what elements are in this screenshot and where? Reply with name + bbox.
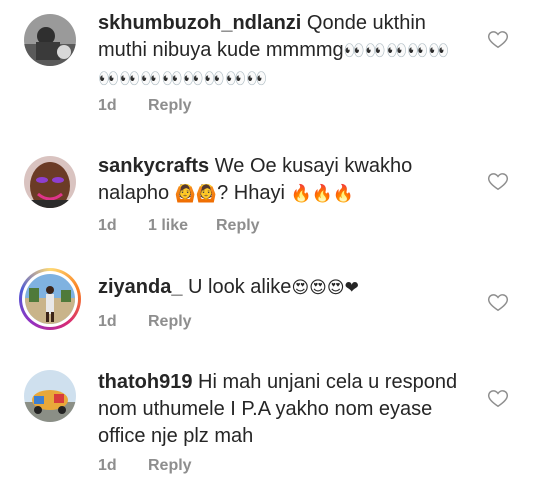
reply-button[interactable]: Reply — [148, 313, 192, 331]
comment-text: skhumbuzoh_ndlanzi Qonde ukthin muthi ni… — [98, 10, 468, 93]
likes-count[interactable]: 1 like — [148, 217, 216, 235]
avatar-image — [25, 274, 75, 324]
comment-meta: 1d Reply — [98, 457, 192, 475]
comment-emojis: 😍😍😍❤ — [291, 278, 359, 298]
heart-icon[interactable] — [487, 387, 509, 409]
comment-username[interactable]: skhumbuzoh_ndlanzi — [98, 12, 301, 34]
comment-text: thatoh919 Hi mah unjani cela u respond n… — [98, 369, 468, 450]
heart-icon[interactable] — [487, 170, 509, 192]
comment-emojis-b: 🔥🔥🔥 — [290, 184, 354, 204]
comment-meta: 1d Reply — [98, 313, 192, 331]
heart-icon[interactable] — [487, 28, 509, 50]
comment-time: 1d — [98, 457, 117, 474]
comment-time: 1d — [98, 313, 117, 330]
heart-icon[interactable] — [487, 291, 509, 313]
comment-meta: 1d 1 like Reply — [98, 217, 260, 235]
comment-time: 1d — [98, 97, 117, 114]
comment-username[interactable]: thatoh919 — [98, 371, 192, 393]
comment-body-b: ? Hhayi — [217, 182, 285, 204]
comment-emojis: 🙆🙆 — [174, 184, 218, 204]
avatar[interactable] — [24, 370, 76, 422]
reply-button[interactable]: Reply — [148, 97, 192, 115]
comment-text: ziyanda_ U look alike😍😍😍❤ — [98, 274, 468, 302]
avatar[interactable] — [19, 268, 81, 330]
comment-body: U look alike — [188, 276, 292, 298]
comment-time: 1d — [98, 217, 117, 234]
reply-button[interactable]: Reply — [148, 457, 192, 475]
avatar[interactable] — [24, 156, 76, 208]
comment-username[interactable]: ziyanda_ — [98, 276, 182, 298]
comment-text: sankycrafts We Oe kusayi kwakho nalapho … — [98, 153, 468, 208]
comment-username[interactable]: sankycrafts — [98, 155, 209, 177]
comment-meta: 1d Reply — [98, 97, 192, 115]
avatar[interactable] — [24, 14, 76, 66]
reply-button[interactable]: Reply — [216, 217, 260, 235]
